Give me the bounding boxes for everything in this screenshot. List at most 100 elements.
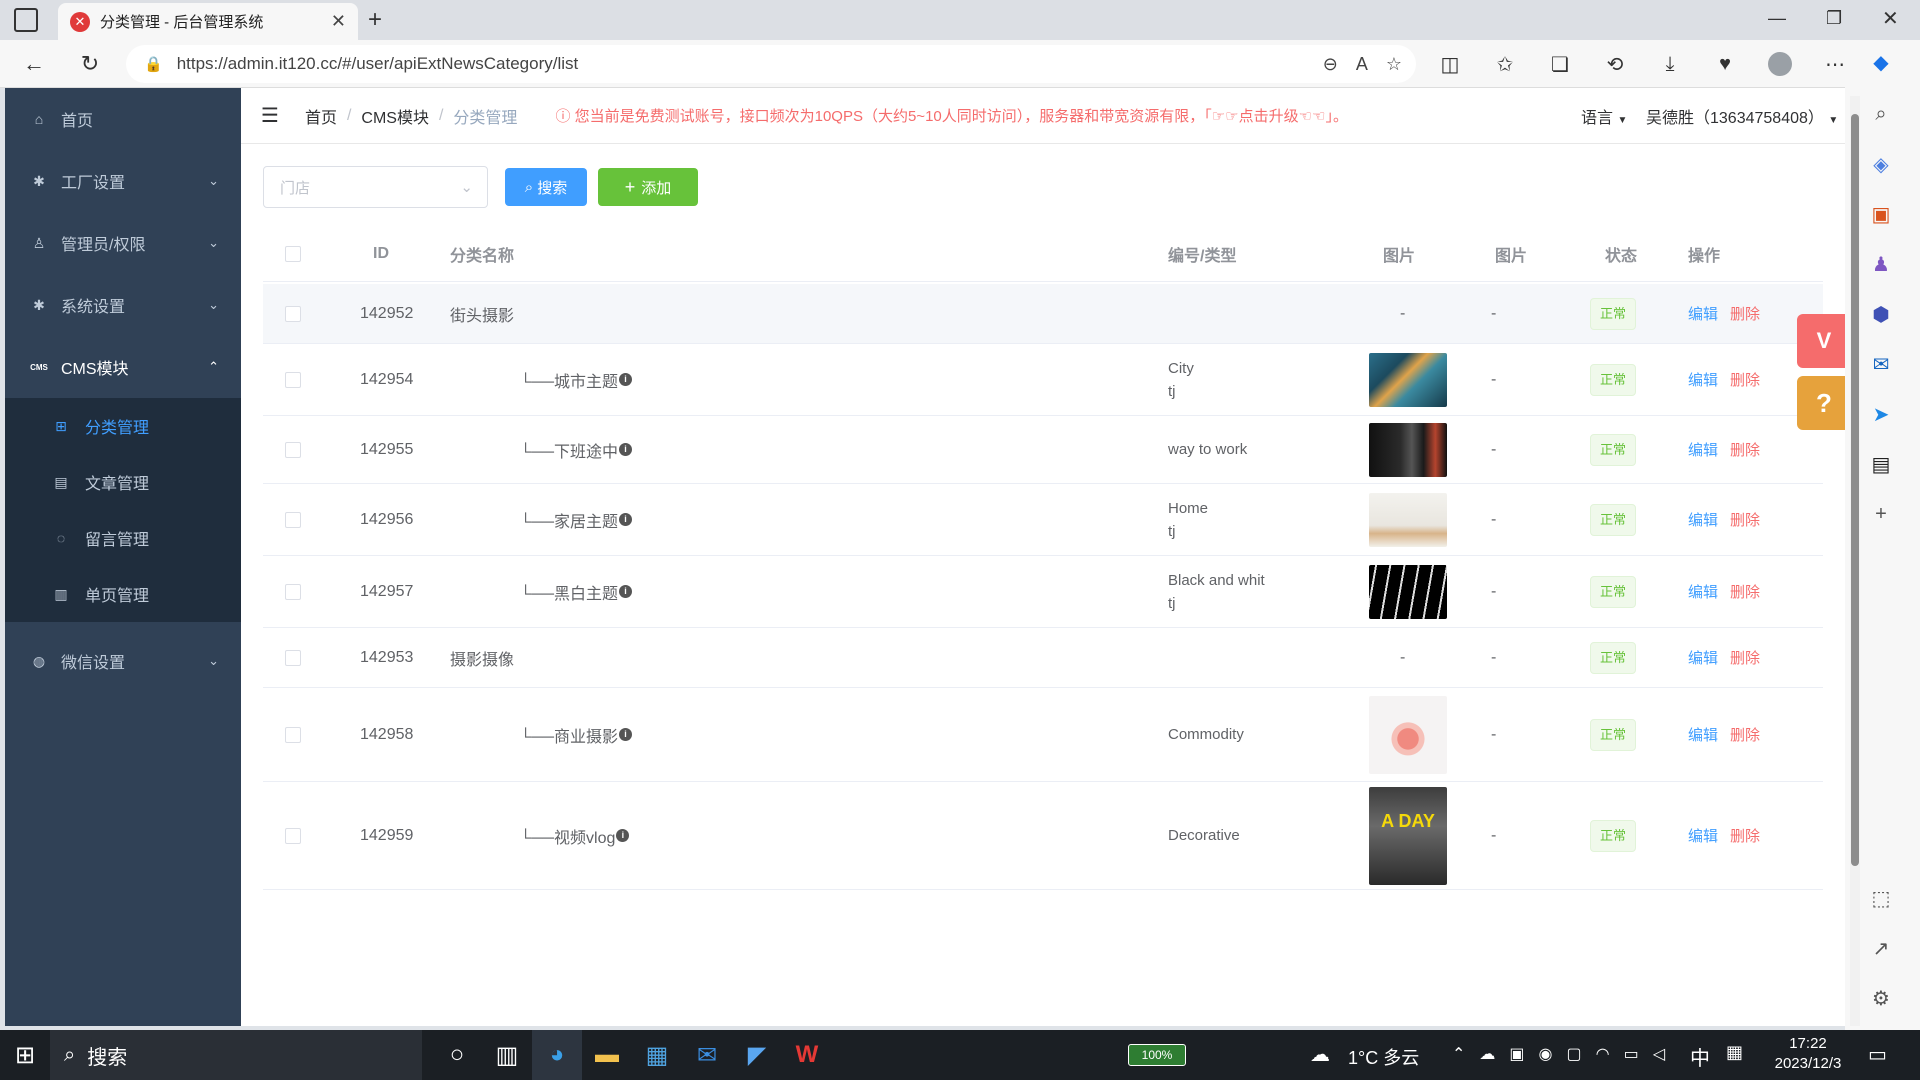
row-checkbox[interactable] [285,371,301,388]
browser-tab[interactable]: ✕ 分类管理 - 后台管理系统 ✕ [58,3,358,40]
info-icon[interactable]: i [616,829,630,842]
office-icon[interactable]: ⬢ [1863,296,1899,332]
app-icon[interactable]: ▤ [1863,446,1899,482]
extension-icon[interactable]: ♥ [1707,46,1743,82]
zoom-icon[interactable]: ⊖ [1323,54,1338,75]
collections-icon[interactable]: ❏ [1542,46,1578,82]
breadcrumb-home[interactable]: 首页 [305,104,337,128]
upgrade-warning[interactable]: ⓘ 您当前是免费测试账号，接口频次为10QPS（大约5~10人同时访问），服务器… [555,105,1348,126]
delete-link[interactable]: 删除 [1730,439,1760,460]
edge-app-icon[interactable]: ◕ [532,1030,582,1080]
add-icon[interactable]: + [1863,496,1899,532]
delete-link[interactable]: 删除 [1730,825,1760,846]
delete-link[interactable]: 删除 [1730,369,1760,390]
help-button[interactable]: ? [1797,376,1845,430]
download-icon[interactable]: ⤓ [1652,46,1688,82]
edit-link[interactable]: 编辑 [1688,439,1718,460]
window-close-icon[interactable]: ✕ [1882,6,1899,31]
info-icon[interactable]: i [619,728,633,741]
hamburger-icon[interactable]: ☰ [261,103,279,128]
keyboard-icon[interactable]: ▦ [1726,1042,1743,1063]
minimize-icon[interactable]: — [1768,8,1786,29]
row-checkbox[interactable] [285,649,301,666]
store-select[interactable]: 门店 ⌄ [263,166,488,208]
row-checkbox[interactable] [285,583,301,600]
select-all-checkbox[interactable] [285,245,301,262]
notification-icon[interactable]: ▭ [1868,1042,1887,1067]
battery-indicator[interactable]: 100% [1128,1044,1186,1066]
sidebar-item-cms[interactable]: CMS CMS模块 ⌃ [5,336,241,398]
row-thumbnail[interactable] [1369,695,1447,774]
tray-app-icon[interactable]: ▣ [1509,1044,1524,1064]
profile-avatar[interactable] [1762,46,1798,82]
feishu-icon[interactable]: ◤ [732,1030,782,1080]
volume-icon[interactable]: ◁ [1653,1044,1665,1064]
favorites-icon[interactable]: ✩ [1487,46,1523,82]
row-checkbox[interactable] [285,511,301,528]
split-screen-icon[interactable]: ◫ [1432,46,1468,82]
task-view-icon[interactable]: ○ [432,1030,482,1080]
edit-link[interactable]: 编辑 [1688,369,1718,390]
delete-link[interactable]: 删除 [1730,581,1760,602]
row-thumbnail[interactable] [1369,564,1447,619]
chevron-up-icon[interactable]: ⌃ [1452,1044,1465,1064]
store-icon[interactable]: ▦ [632,1030,682,1080]
scrollbar-thumb[interactable] [1851,114,1859,866]
wps-icon[interactable]: W [782,1030,832,1080]
new-tab-icon[interactable]: + [368,6,382,34]
edit-link[interactable]: 编辑 [1688,825,1718,846]
sidebar-item-admin[interactable]: ♙ 管理员/权限 ⌄ [5,212,241,274]
close-icon[interactable]: ✕ [331,11,346,32]
favorite-star-icon[interactable]: ☆ [1386,54,1402,75]
info-icon[interactable]: i [619,443,633,456]
screenshot-icon[interactable]: ⬚ [1863,880,1899,916]
reload-icon[interactable]: ↻ [70,44,110,84]
widgets-icon[interactable]: ▥ [482,1030,532,1080]
edit-link[interactable]: 编辑 [1688,303,1718,324]
battery-icon[interactable]: ▭ [1624,1044,1639,1064]
info-icon[interactable]: i [619,373,633,386]
toolbox-icon[interactable]: ▣ [1863,196,1899,232]
read-aloud-icon[interactable]: A [1356,54,1368,75]
row-thumbnail[interactable]: A DAY [1369,786,1447,885]
tray-app-icon[interactable]: ◉ [1539,1044,1553,1064]
row-checkbox[interactable] [285,827,301,844]
tab-actions-icon[interactable] [14,8,38,32]
edit-link[interactable]: 编辑 [1688,724,1718,745]
sidebar-item-articles[interactable]: ▤ 文章管理 [5,454,241,510]
ime-indicator[interactable]: 中 [1690,1042,1710,1071]
row-checkbox[interactable] [285,305,301,322]
sidebar-item-messages[interactable]: ◌ 留言管理 [5,510,241,566]
settings-icon[interactable]: ⚙ [1863,980,1899,1016]
outlook-icon[interactable]: ✉ [1863,346,1899,382]
history-icon[interactable]: ⟲ [1597,46,1633,82]
sidebar-item-factory[interactable]: ✱ 工厂设置 ⌄ [5,150,241,212]
vip-button[interactable]: V [1797,314,1845,368]
row-thumbnail[interactable] [1369,492,1447,547]
games-icon[interactable]: ♟ [1863,246,1899,282]
row-checkbox[interactable] [285,441,301,458]
taskbar-search[interactable]: ⌕ 搜索 [50,1030,422,1080]
clock[interactable]: 17:22 2023/12/3 [1768,1034,1848,1074]
onedrive-icon[interactable]: ☁ [1479,1044,1495,1064]
sidebar-item-pages[interactable]: ▥ 单页管理 [5,566,241,622]
user-menu[interactable]: 吴德胜（13634758408） ▼ [1646,104,1838,128]
row-thumbnail[interactable] [1369,422,1447,477]
wifi-icon[interactable]: ◠ [1596,1044,1610,1064]
edit-link[interactable]: 编辑 [1688,581,1718,602]
row-thumbnail[interactable] [1369,352,1447,407]
file-explorer-icon[interactable]: ▬ [582,1030,632,1080]
address-bar[interactable]: 🔒 https://admin.it120.cc/#/user/apiExtNe… [126,45,1416,83]
open-external-icon[interactable]: ↗ [1863,930,1899,966]
delete-link[interactable]: 删除 [1730,509,1760,530]
shopping-tag-icon[interactable]: ◈ [1863,146,1899,182]
delete-link[interactable]: 删除 [1730,724,1760,745]
send-icon[interactable]: ➤ [1863,396,1899,432]
sidebar-item-system[interactable]: ✱ 系统设置 ⌄ [5,274,241,336]
search-button[interactable]: ⌕ 搜索 [505,168,587,206]
delete-link[interactable]: 删除 [1730,303,1760,324]
mail-icon[interactable]: ✉ [682,1030,732,1080]
language-select[interactable]: 语言 ▼ [1581,104,1627,128]
sidebar-item-wechat[interactable]: ◍ 微信设置 ⌄ [5,630,241,692]
info-icon[interactable]: i [619,585,633,598]
